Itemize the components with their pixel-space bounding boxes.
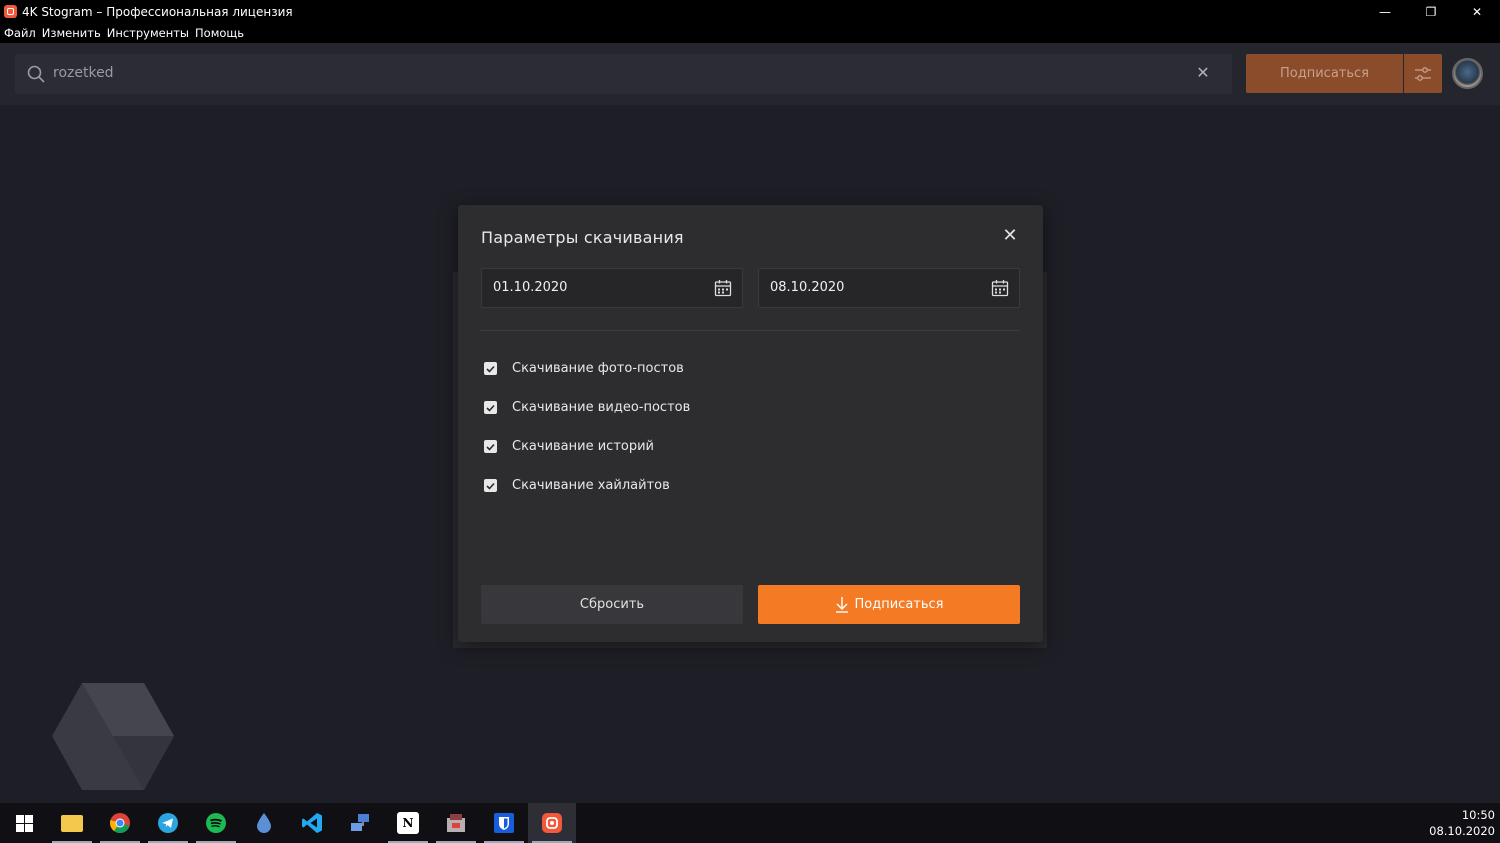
reset-button[interactable]: Сбросить	[481, 585, 743, 624]
account-avatar[interactable]	[1452, 58, 1483, 89]
taskbar-telegram[interactable]	[144, 803, 192, 843]
taskbar-network-app[interactable]	[336, 803, 384, 843]
menu-file[interactable]: Файл	[4, 26, 36, 40]
menu-bar: Файл Изменить Инструменты Помощь	[0, 23, 1500, 43]
spotify-icon	[206, 813, 226, 833]
taskbar-chrome[interactable]	[96, 803, 144, 843]
clock-time: 10:50	[1461, 808, 1495, 822]
minimize-button[interactable]: —	[1362, 0, 1408, 23]
window-title: 4K Stogram – Профессиональная лицензия	[22, 4, 293, 19]
checkmark-icon	[486, 365, 495, 373]
search-value: rozetked	[53, 65, 114, 81]
option-stories[interactable]: Скачивание историй	[484, 439, 654, 454]
subscribe-button-label: Подписаться	[854, 597, 944, 612]
title-bar: 4K Stogram – Профессиональная лицензия —…	[0, 0, 1500, 23]
taskbar-drop-app[interactable]	[240, 803, 288, 843]
taskbar-vscode[interactable]	[288, 803, 336, 843]
window-controls: — ❐ ✕	[1362, 0, 1500, 23]
clear-icon[interactable]: ✕	[1194, 64, 1212, 82]
option-label: Скачивание хайлайтов	[512, 478, 670, 493]
dialog-close-icon[interactable]: ✕	[1002, 227, 1018, 245]
checkbox-checked[interactable]	[484, 479, 497, 492]
dialog-title: Параметры скачивания	[481, 228, 684, 247]
telegram-icon	[158, 813, 178, 833]
option-highlights[interactable]: Скачивание хайлайтов	[484, 478, 670, 493]
notion-icon: N	[397, 812, 419, 834]
clock-date: 08.10.2020	[1429, 824, 1495, 838]
game-icon	[447, 814, 465, 832]
taskbar-stogram[interactable]	[528, 803, 576, 843]
file-explorer-icon	[61, 814, 83, 832]
option-label: Скачивание историй	[512, 439, 655, 454]
option-photo-posts[interactable]: Скачивание фото-постов	[484, 361, 684, 376]
subscribe-button-disabled[interactable]: Подписаться	[1246, 54, 1403, 93]
date-to-field[interactable]: 08.10.2020	[758, 268, 1020, 308]
checkmark-icon	[486, 404, 495, 412]
checkbox-checked[interactable]	[484, 401, 497, 414]
menu-edit[interactable]: Изменить	[42, 26, 101, 40]
checkbox-checked[interactable]	[484, 362, 497, 375]
option-label: Скачивание фото-постов	[512, 361, 684, 376]
date-from-value: 01.10.2020	[493, 280, 568, 295]
system-clock[interactable]: 10:50 08.10.2020	[1429, 807, 1495, 839]
top-toolbar: rozetked ✕ Подписаться	[0, 43, 1500, 105]
sliders-icon	[1415, 66, 1431, 81]
maximize-button[interactable]: ❐	[1408, 0, 1454, 23]
stogram-icon	[542, 813, 562, 833]
taskbar-spotify[interactable]	[192, 803, 240, 843]
option-video-posts[interactable]: Скачивание видео-постов	[484, 400, 690, 415]
taskbar-notion[interactable]: N	[384, 803, 432, 843]
menu-help[interactable]: Помощь	[195, 26, 244, 40]
dialog-divider	[480, 330, 1020, 331]
chrome-icon	[110, 813, 130, 833]
app-logo-icon	[4, 5, 17, 18]
vscode-icon	[302, 813, 322, 833]
start-button[interactable]	[0, 803, 48, 843]
download-icon	[835, 597, 848, 613]
windows-taskbar: N 10:50 08.10.2020	[0, 803, 1500, 843]
checkmark-icon	[486, 482, 495, 490]
bitwarden-icon	[494, 813, 514, 833]
download-settings-dialog: Параметры скачивания ✕ 01.10.2020 08.10.…	[458, 205, 1043, 642]
close-window-button[interactable]: ✕	[1454, 0, 1500, 23]
calendar-icon[interactable]	[991, 279, 1009, 297]
filter-settings-button[interactable]	[1404, 54, 1442, 93]
option-label: Скачивание видео-постов	[512, 400, 691, 415]
checkbox-checked[interactable]	[484, 440, 497, 453]
search-icon	[27, 65, 45, 83]
search-input[interactable]: rozetked ✕	[15, 54, 1232, 94]
date-to-value: 08.10.2020	[770, 280, 845, 295]
checkmark-icon	[486, 443, 495, 451]
menu-tools[interactable]: Инструменты	[107, 26, 189, 40]
taskbar-bitwarden[interactable]	[480, 803, 528, 843]
network-icon	[351, 814, 369, 831]
windows-start-icon	[15, 814, 33, 832]
drop-icon	[257, 813, 271, 833]
date-from-field[interactable]: 01.10.2020	[481, 268, 743, 308]
calendar-icon[interactable]	[714, 279, 732, 297]
cube-logo-icon	[52, 683, 174, 790]
taskbar-game[interactable]	[432, 803, 480, 843]
taskbar-file-explorer[interactable]	[48, 803, 96, 843]
subscribe-button[interactable]: Подписаться	[758, 585, 1020, 624]
